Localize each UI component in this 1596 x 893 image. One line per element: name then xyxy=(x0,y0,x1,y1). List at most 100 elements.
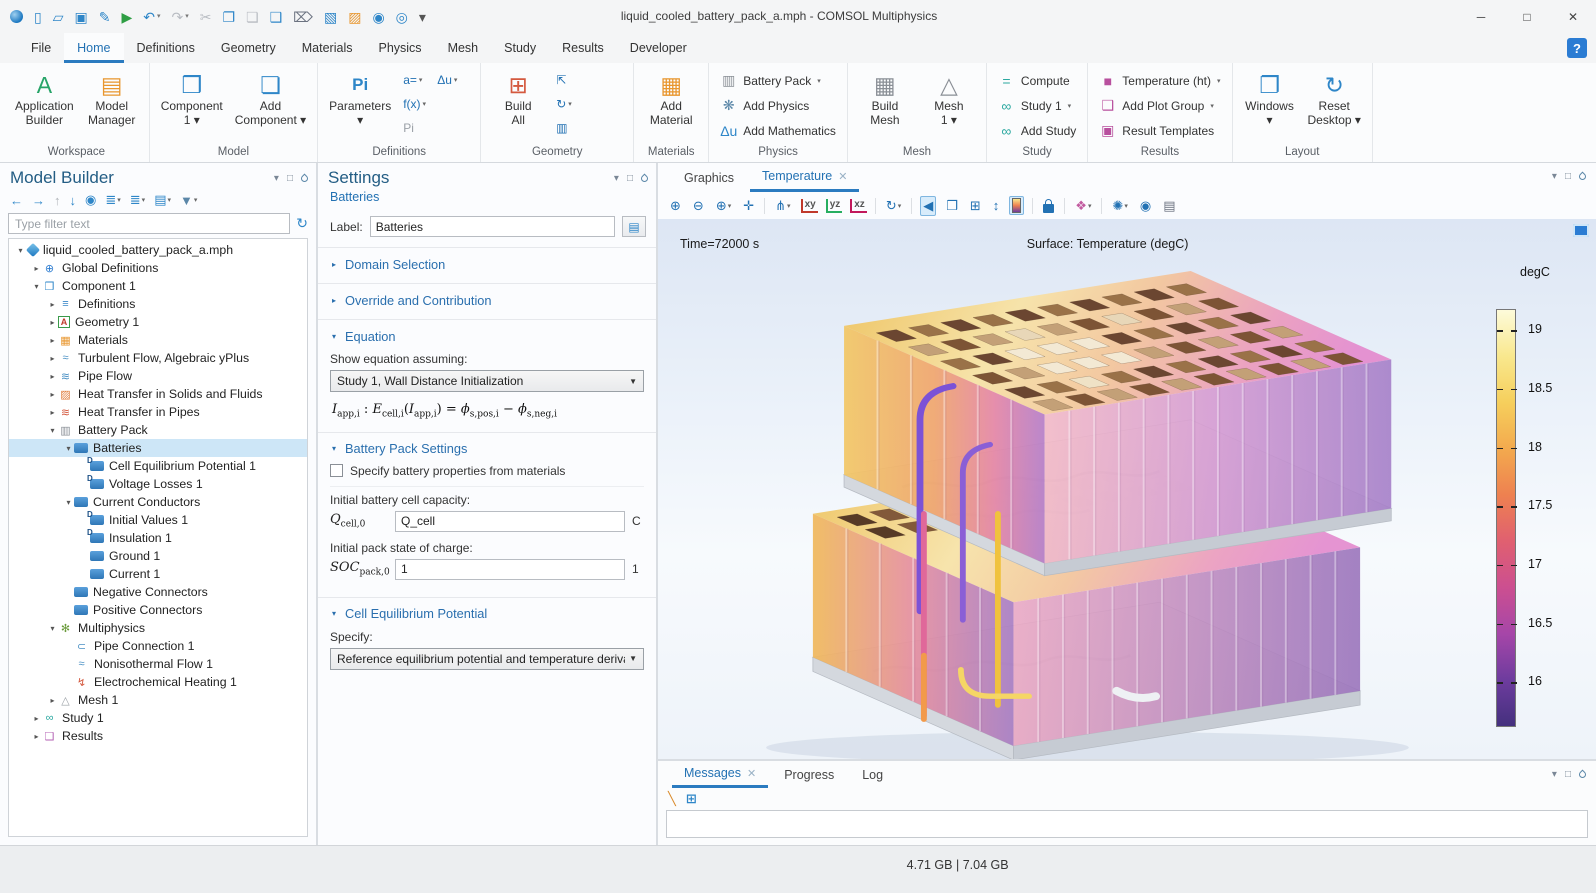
tree-item-ground-1[interactable]: Ground 1 xyxy=(9,547,307,565)
tab-results[interactable]: Results xyxy=(549,33,617,63)
panel-menu-icon[interactable]: ▾ xyxy=(1552,171,1557,182)
tree-item-turbulent-flow-algebraic-yplus[interactable]: ▸≈Turbulent Flow, Algebraic yPlus xyxy=(9,349,307,367)
refresh-icon[interactable]: ↻ xyxy=(296,215,308,232)
chevron-right-icon[interactable]: ▸ xyxy=(47,318,58,327)
tab-study[interactable]: Study xyxy=(491,33,549,63)
filter-input[interactable] xyxy=(8,213,290,234)
zoom-box-icon[interactable]: ⊕▾ xyxy=(714,197,733,215)
tree-item-insulation-1[interactable]: DInsulation 1 xyxy=(9,529,307,547)
tree-item-pipe-connection-1[interactable]: ⊂Pipe Connection 1 xyxy=(9,637,307,655)
pin-panel-icon[interactable] xyxy=(300,173,310,183)
tab-definitions[interactable]: Definitions xyxy=(124,33,208,63)
chevron-right-icon[interactable]: ▸ xyxy=(31,714,42,723)
section-header-equation[interactable]: ▾ Equation xyxy=(330,325,644,347)
show-icon[interactable]: ◉ xyxy=(85,192,96,208)
minimize-button[interactable]: ─ xyxy=(1458,0,1504,33)
color-theme-icon[interactable]: ❖▾ xyxy=(1073,197,1093,215)
ribbon-mesh-1-button[interactable]: △Mesh1 ▾ xyxy=(920,68,978,129)
filter-icon[interactable]: ▼▾ xyxy=(180,193,197,208)
go-to-view-icon[interactable]: ⋔▾ xyxy=(773,197,792,215)
ribbon-temperature-ht-button[interactable]: ■Temperature (ht)▾ xyxy=(1096,68,1223,93)
update-plot-icon[interactable]: ✺▾ xyxy=(1110,197,1129,215)
float-panel-icon[interactable]: □ xyxy=(287,173,293,184)
section-header-battery-pack-settings[interactable]: ▾ Battery Pack Settings xyxy=(330,438,644,460)
close-tab-icon[interactable]: ✕ xyxy=(747,767,756,780)
chevron-right-icon[interactable]: ▸ xyxy=(47,354,58,363)
ribbon-result-templates-button[interactable]: ▣Result Templates xyxy=(1096,118,1223,143)
tree-item-global-definitions[interactable]: ▸⊕Global Definitions xyxy=(9,259,307,277)
ribbon-add-physics-button[interactable]: ❋Add Physics xyxy=(717,93,839,118)
lock-view-icon[interactable] xyxy=(1041,198,1056,214)
view-yz-icon[interactable]: yz xyxy=(826,199,843,213)
new-file-icon[interactable]: ▯ xyxy=(34,9,42,25)
tab-progress[interactable]: Progress xyxy=(772,761,846,788)
ribbon-add-component-button[interactable]: ❏AddComponent ▾ xyxy=(232,68,309,129)
chevron-right-icon[interactable]: ▸ xyxy=(47,300,58,309)
chevron-down-icon[interactable]: ▾ xyxy=(47,624,58,633)
select-box-icon[interactable]: ▧ xyxy=(324,9,337,25)
ribbon-reset-desktop-button[interactable]: ↻ResetDesktop ▾ xyxy=(1305,68,1364,129)
ribbon-component-1-button[interactable]: ❒Component1 ▾ xyxy=(158,68,226,129)
deselect-box-icon[interactable]: ▨ xyxy=(348,9,361,25)
tab-mesh[interactable]: Mesh xyxy=(435,33,492,63)
soc-input[interactable] xyxy=(395,559,625,580)
tree-item-initial-values-1[interactable]: DInitial Values 1 xyxy=(9,511,307,529)
move-up-icon[interactable]: ↑ xyxy=(54,193,61,208)
tree-item-current-1[interactable]: Current 1 xyxy=(9,565,307,583)
section-header-cell-equilibrium[interactable]: ▾ Cell Equilibrium Potential xyxy=(330,603,644,625)
expand-up-icon[interactable]: ≣▾ xyxy=(105,192,120,208)
label-input[interactable] xyxy=(370,216,615,237)
color-legend-icon[interactable] xyxy=(1009,196,1024,215)
expand-down-icon[interactable]: ≣▾ xyxy=(130,192,145,208)
ribbon-battery-pack-button[interactable]: ▥Battery Pack▾ xyxy=(717,68,839,93)
close-tab-icon[interactable]: ✕ xyxy=(838,170,847,183)
paste-icon[interactable]: ❏ xyxy=(246,9,259,25)
run-icon[interactable]: ▶ xyxy=(121,9,132,25)
tree-item-cell-equilibrium-potential-1[interactable]: DCell Equilibrium Potential 1 xyxy=(9,457,307,475)
tree-item-positive-connectors[interactable]: Positive Connectors xyxy=(9,601,307,619)
maximize-button[interactable]: □ xyxy=(1504,0,1550,33)
specify-from-materials-checkbox[interactable] xyxy=(330,464,343,477)
pin-panel-icon[interactable] xyxy=(1578,770,1588,780)
livelink-sync-button[interactable]: ↻▾ xyxy=(553,92,587,116)
save-as-icon[interactable]: ✎ xyxy=(99,9,111,25)
chevron-right-icon[interactable]: ▸ xyxy=(47,372,58,381)
ribbon-windows-button[interactable]: ❐Windows▾ xyxy=(1241,68,1299,129)
tree-item-mesh-1[interactable]: ▸△Mesh 1 xyxy=(9,691,307,709)
save-icon[interactable]: ▣ xyxy=(75,9,88,25)
ribbon-model-manager-button[interactable]: ▤ModelManager xyxy=(83,68,141,129)
import-geometry-button[interactable]: ⇱ xyxy=(553,68,587,92)
section-header-override[interactable]: ▸ Override and Contribution xyxy=(330,289,644,311)
tab-physics[interactable]: Physics xyxy=(365,33,434,63)
tab-materials[interactable]: Materials xyxy=(289,33,366,63)
zoom-extents-icon[interactable]: ✛ xyxy=(741,197,756,215)
tab-home[interactable]: Home xyxy=(64,33,123,63)
view-xy-icon[interactable]: xy xyxy=(801,199,818,213)
tree-item-electrochemical-heating-1[interactable]: ↯Electrochemical Heating 1 xyxy=(9,673,307,691)
ribbon-add-mathematics-button[interactable]: ΔuAdd Mathematics xyxy=(717,118,839,143)
redo-icon[interactable]: ↷▾ xyxy=(172,9,189,25)
pin-panel-icon[interactable] xyxy=(1578,172,1588,182)
chevron-right-icon[interactable]: ▸ xyxy=(31,732,42,741)
customize-toolbar-icon[interactable]: ▾ xyxy=(419,9,426,25)
ribbon-build-mesh-button[interactable]: ▦BuildMesh xyxy=(856,68,914,129)
preview-icon[interactable]: ◉ xyxy=(372,9,384,25)
float-panel-icon[interactable]: □ xyxy=(1565,769,1571,780)
tree-item-liquid-cooled-battery-pack-a-mph[interactable]: ▾liquid_cooled_battery_pack_a.mph xyxy=(9,241,307,259)
chevron-right-icon[interactable]: ▸ xyxy=(47,336,58,345)
view-xz-icon[interactable]: xz xyxy=(850,199,867,213)
orientation-icon[interactable]: ↕ xyxy=(991,197,1002,214)
undo-icon[interactable]: ↶▾ xyxy=(143,9,160,25)
scene-light-icon[interactable]: ◀ xyxy=(920,196,936,216)
messages-content[interactable] xyxy=(666,810,1588,838)
nonlocal-couplings-button[interactable]: Δu▾ xyxy=(434,68,468,92)
delete-icon[interactable]: ⌦ xyxy=(293,9,313,25)
tree-item-nonisothermal-flow-1[interactable]: ≈Nonisothermal Flow 1 xyxy=(9,655,307,673)
ribbon-build-all-button[interactable]: ⊞BuildAll xyxy=(489,68,547,129)
chevron-down-icon[interactable]: ▾ xyxy=(31,282,42,291)
chevron-down-icon[interactable]: ▾ xyxy=(63,498,74,507)
open-file-icon[interactable]: ▱ xyxy=(53,9,64,25)
copy-icon[interactable]: ❐ xyxy=(222,9,235,25)
tree-item-pipe-flow[interactable]: ▸≋Pipe Flow xyxy=(9,367,307,385)
rename-icon[interactable]: ▤ xyxy=(622,216,646,237)
